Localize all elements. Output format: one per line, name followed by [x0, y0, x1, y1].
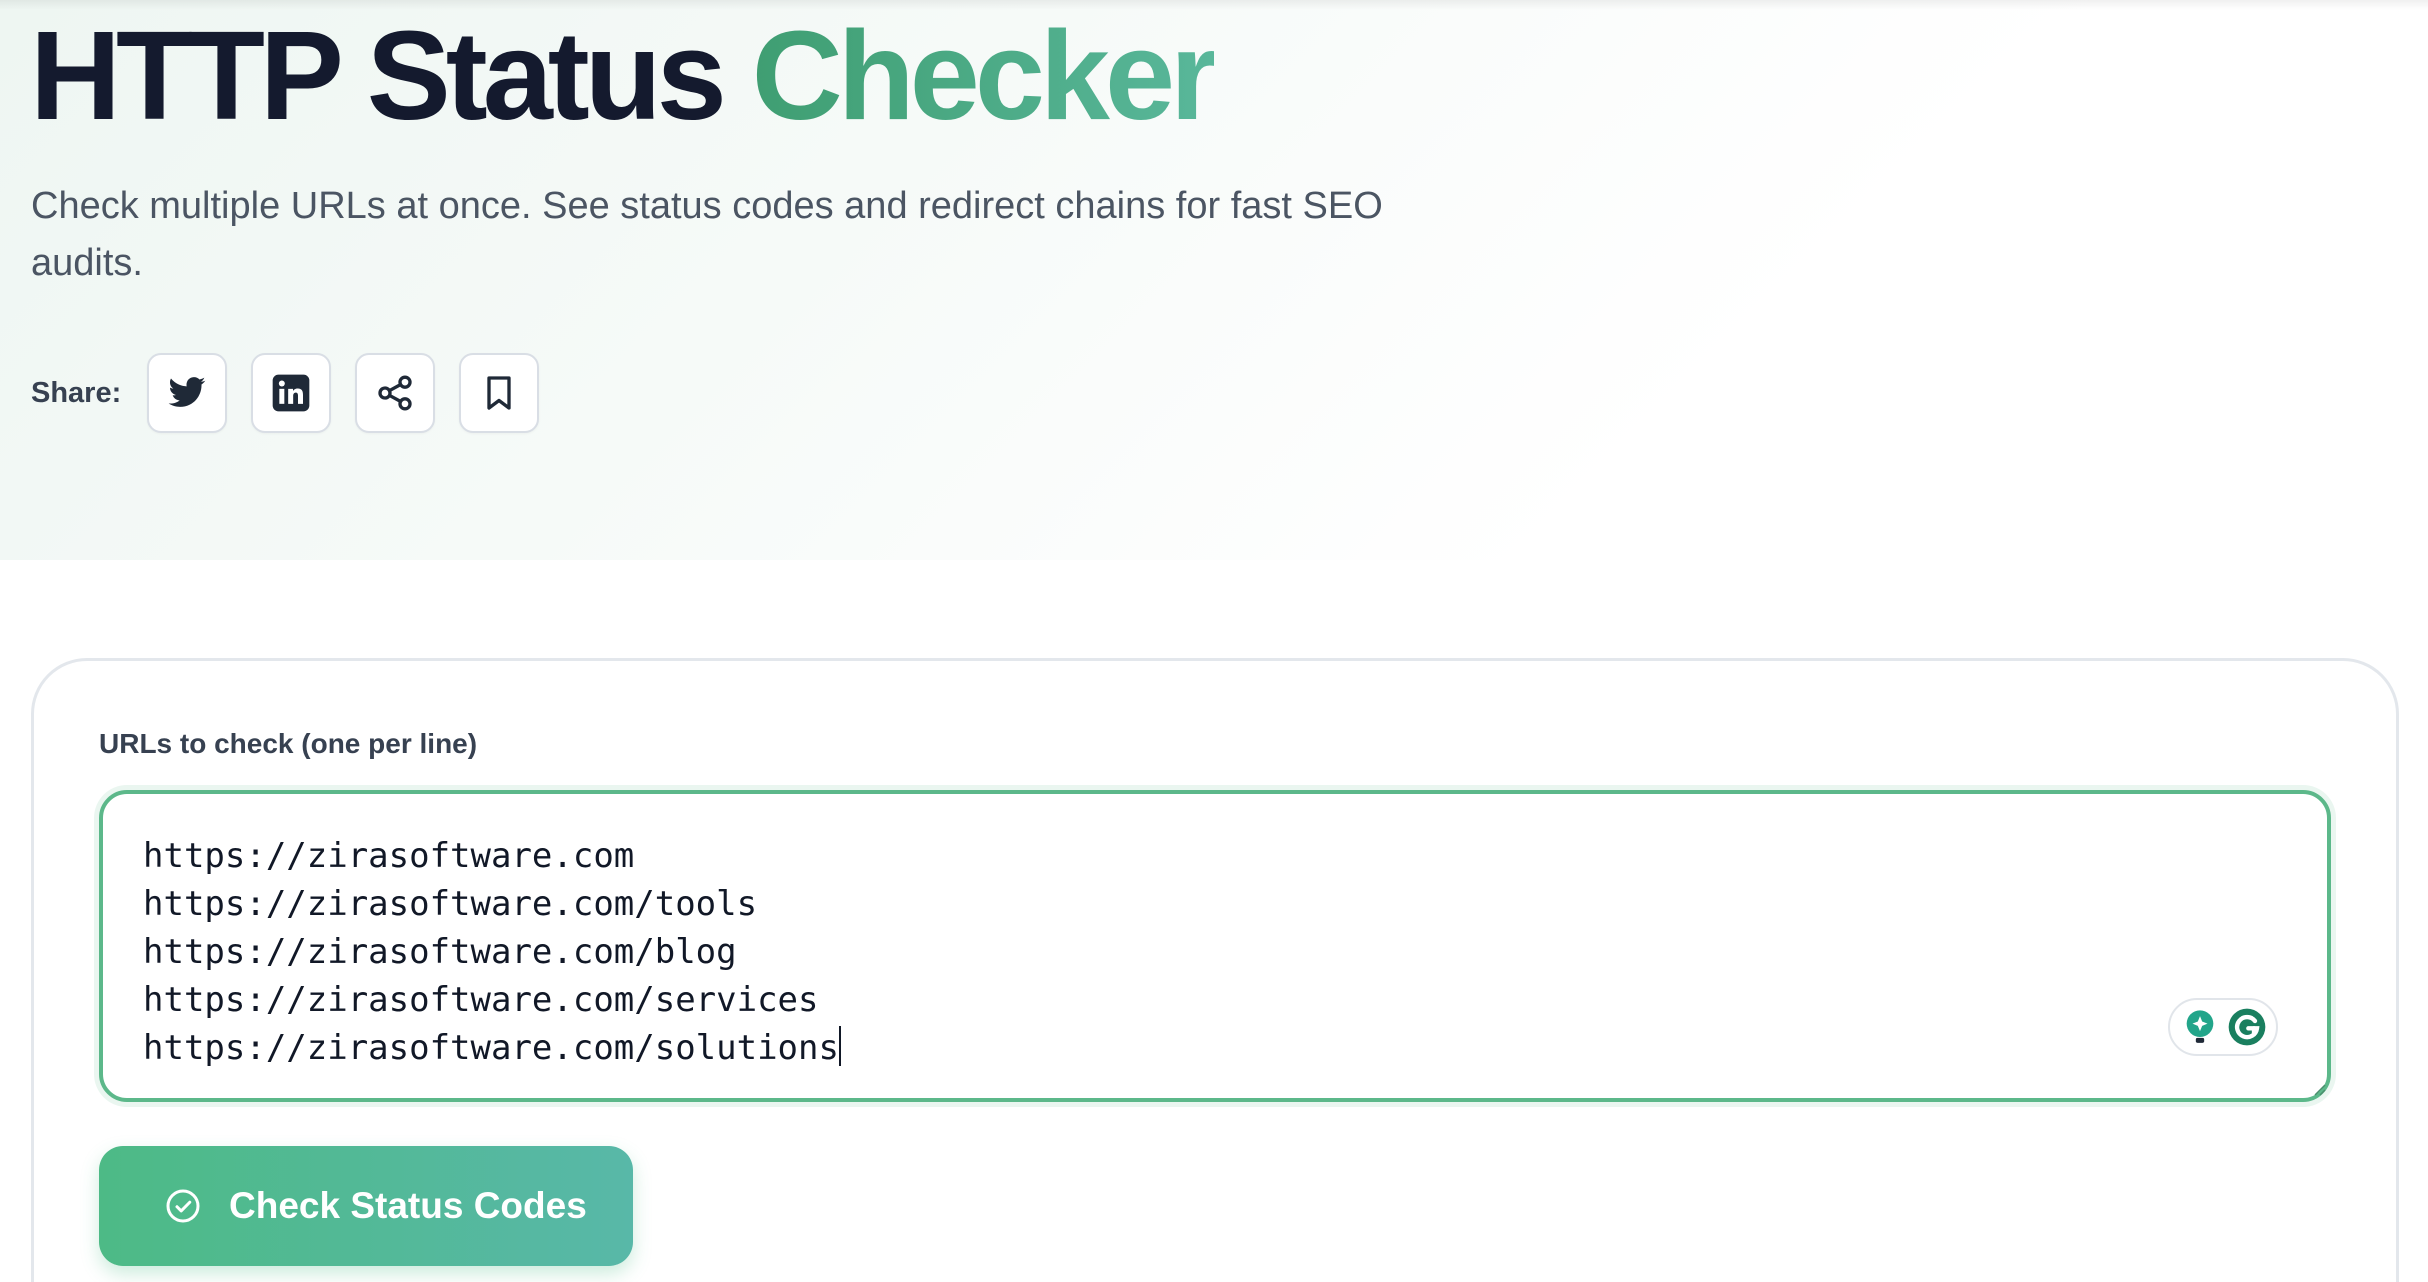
urls-textarea[interactable]: https://zirasoftware.com https://zirasof…	[99, 790, 2331, 1102]
share-label: Share:	[31, 376, 122, 409]
lightbulb-icon	[2186, 1010, 2213, 1043]
title-accent: Checker	[751, 5, 1219, 146]
share-icon	[378, 375, 412, 411]
twitter-icon	[168, 377, 206, 407]
linkedin-icon	[272, 374, 310, 412]
check-status-button[interactable]: Check Status Codes	[99, 1146, 633, 1266]
page-subtitle: Check multiple URLs at once. See status …	[31, 185, 1383, 284]
share-link-button[interactable]	[355, 353, 436, 433]
urls-label: URLs to check (one per line)	[99, 728, 478, 759]
resize-handle-icon[interactable]	[2312, 1082, 2326, 1096]
share-linkedin-button[interactable]	[251, 353, 332, 433]
share-twitter-button[interactable]	[147, 353, 228, 433]
check-status-button-label: Check Status Codes	[229, 1185, 587, 1226]
bookmark-icon	[487, 376, 511, 410]
grammarly-icon	[2228, 1008, 2265, 1046]
check-circle-icon	[166, 1189, 200, 1223]
text-caret	[838, 1026, 841, 1066]
grammarly-widget[interactable]	[2168, 998, 2278, 1056]
page-title: HTTP Status Checker	[30, 5, 1219, 146]
bookmark-button[interactable]	[459, 353, 540, 433]
urls-textarea-value: https://zirasoftware.com https://zirasof…	[143, 836, 839, 1068]
title-main: HTTP Status	[30, 5, 727, 146]
share-row: Share:	[31, 352, 563, 434]
